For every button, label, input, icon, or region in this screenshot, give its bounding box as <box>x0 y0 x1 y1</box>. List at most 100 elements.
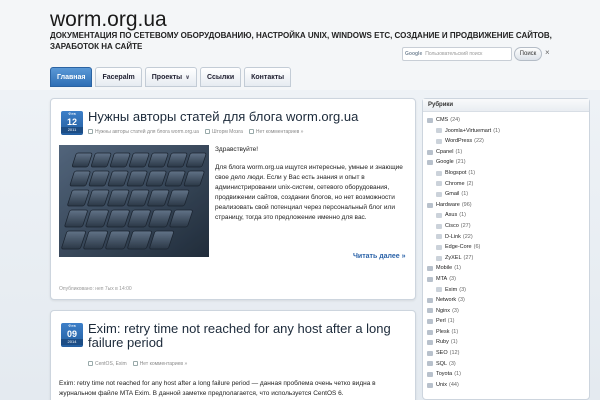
search-button[interactable]: Поиск <box>514 47 542 61</box>
category-item[interactable]: ZyXEL (27) <box>427 253 589 264</box>
main-content: Фев 12 2011 Нужны авторы статей для блог… <box>50 98 416 400</box>
category-count: (12) <box>449 350 460 357</box>
category-count: (1) <box>455 148 463 155</box>
category-item[interactable]: D-Link (22) <box>427 232 589 243</box>
comments-link[interactable]: Нет комментариев » <box>132 361 188 367</box>
category-item[interactable]: Google (21) <box>427 157 589 168</box>
comments-link[interactable]: Нет комментариев » <box>248 129 303 135</box>
category-count: (27) <box>460 222 471 229</box>
post-thumbnail-keyboard[interactable] <box>59 145 209 257</box>
main-nav: Главная Facepalm Проекты ∨ Ссылки Контакт… <box>50 67 294 87</box>
category-count: (22) <box>474 138 484 145</box>
tab-label: Ссылки <box>207 74 235 81</box>
category-item[interactable]: Nginx (3) <box>427 306 589 317</box>
category-name: Google <box>436 159 454 166</box>
tab-contacts[interactable]: Контакты <box>244 67 292 87</box>
category-name: D-Link <box>445 233 461 240</box>
folder-icon <box>427 297 433 303</box>
post-card: Фев 09 2014 Exim: retry time not reached… <box>50 310 416 400</box>
category-item[interactable]: Asus (1) <box>427 210 589 221</box>
read-more-link[interactable]: Читать далее » <box>353 253 406 260</box>
category-item[interactable]: SEO (12) <box>427 348 589 359</box>
folder-icon <box>436 170 442 176</box>
category-count: (21) <box>455 159 466 166</box>
category-name: Blogspot <box>445 169 467 176</box>
category-item[interactable]: Unix (44) <box>427 380 589 391</box>
site-title[interactable]: worm.org.ua <box>50 8 167 32</box>
clear-search-icon[interactable]: × <box>545 48 550 57</box>
category-item[interactable]: Network (3) <box>427 295 589 306</box>
meta-author: Шторм Мозга <box>211 129 243 135</box>
folder-icon <box>427 266 433 272</box>
category-count: (3) <box>452 307 459 314</box>
category-count: (3) <box>449 275 456 282</box>
meta-comments: Нет комментариев » <box>139 361 188 367</box>
category-item[interactable]: Edge-Core (6) <box>427 242 589 253</box>
category-name: SQL <box>436 360 448 367</box>
category-item[interactable]: CMS (24) <box>427 115 589 126</box>
folder-icon <box>436 138 442 144</box>
folder-icon <box>88 129 93 135</box>
category-link[interactable]: CentOS, Exim <box>88 361 127 367</box>
date-year: 2011 <box>61 127 83 133</box>
tab-projects[interactable]: Проекты ∨ <box>144 67 198 87</box>
category-item[interactable]: Hardware (96) <box>427 200 589 211</box>
category-item[interactable]: SQL (3) <box>427 359 589 370</box>
category-name: Toyota <box>436 371 453 378</box>
category-item[interactable]: MTA (3) <box>427 274 589 285</box>
folder-icon <box>88 361 93 367</box>
category-item[interactable]: Joomla+Virtuemart (1) <box>427 126 589 137</box>
folder-icon <box>436 128 442 134</box>
sidebar-categories: Рубрики CMS (24) Joomla+Virtuemart (1) WordP… <box>422 98 590 400</box>
category-item[interactable]: Perl (1) <box>427 316 589 327</box>
tab-home[interactable]: Главная <box>50 67 93 87</box>
category-list: CMS (24) Joomla+Virtuemart (1) WordPress (22)… <box>423 112 589 390</box>
category-count: (1) <box>451 328 459 335</box>
category-item[interactable]: Exim (3) <box>427 285 589 296</box>
category-item[interactable]: Mobile (1) <box>427 263 589 274</box>
category-name: Ruby <box>436 339 449 346</box>
category-count: (2) <box>466 180 474 187</box>
meta-category: Нужны авторы статей для блога worm.org.u… <box>95 129 199 135</box>
folder-icon <box>427 350 433 356</box>
tab-links[interactable]: Ссылки <box>200 67 242 87</box>
tab-label: Контакты <box>251 74 285 81</box>
category-name: Chrome <box>445 180 465 187</box>
category-name: Cpanel <box>436 148 454 155</box>
category-item[interactable]: Cpanel (1) <box>427 147 589 158</box>
category-item[interactable]: Chrome (2) <box>427 179 589 190</box>
post-title[interactable]: Exim: retry time not reached for any hos… <box>88 322 408 350</box>
meta-category: CentOS, Exim <box>95 361 127 367</box>
category-item[interactable]: Toyota (1) <box>427 369 589 380</box>
folder-icon <box>436 244 442 250</box>
category-name: Unix <box>436 381 448 388</box>
folder-icon <box>436 213 442 219</box>
category-item[interactable]: Cisco (27) <box>427 221 589 232</box>
category-item[interactable]: Gmail (1) <box>427 189 589 200</box>
category-item[interactable]: Plesk (1) <box>427 327 589 338</box>
category-count: (27) <box>463 254 474 261</box>
folder-icon <box>436 223 442 229</box>
search-input[interactable]: Google Пользовательский поиск <box>402 47 512 61</box>
folder-icon <box>436 181 442 187</box>
category-item[interactable]: WordPress (22) <box>427 136 589 147</box>
sidebar-title: Рубрики <box>423 99 589 112</box>
tab-facepalm[interactable]: Facepalm <box>95 67 142 87</box>
category-name: WordPress <box>445 138 473 145</box>
category-name: MTA <box>436 275 448 282</box>
category-item[interactable]: Ruby (1) <box>427 337 589 348</box>
post-title[interactable]: Нужны авторы статей для блога worm.org.u… <box>88 110 408 124</box>
category-name: Joomla+Virtuemart <box>445 127 492 134</box>
category-name: ZyXEL <box>445 254 462 261</box>
author-link[interactable]: Шторм Мозга <box>204 129 243 135</box>
post-excerpt: Exim: retry time not reached for any hos… <box>59 380 376 397</box>
post-card: Фев 12 2011 Нужны авторы статей для блог… <box>50 98 416 300</box>
folder-icon <box>436 191 442 197</box>
tab-label: Главная <box>57 74 86 81</box>
category-item[interactable]: Blogspot (1) <box>427 168 589 179</box>
folder-icon <box>427 160 433 166</box>
category-link[interactable]: Нужны авторы статей для блога worm.org.u… <box>88 129 199 135</box>
category-name: Plesk <box>436 328 450 335</box>
comment-icon <box>248 129 254 135</box>
date-badge: Фев 09 2014 <box>61 323 83 347</box>
